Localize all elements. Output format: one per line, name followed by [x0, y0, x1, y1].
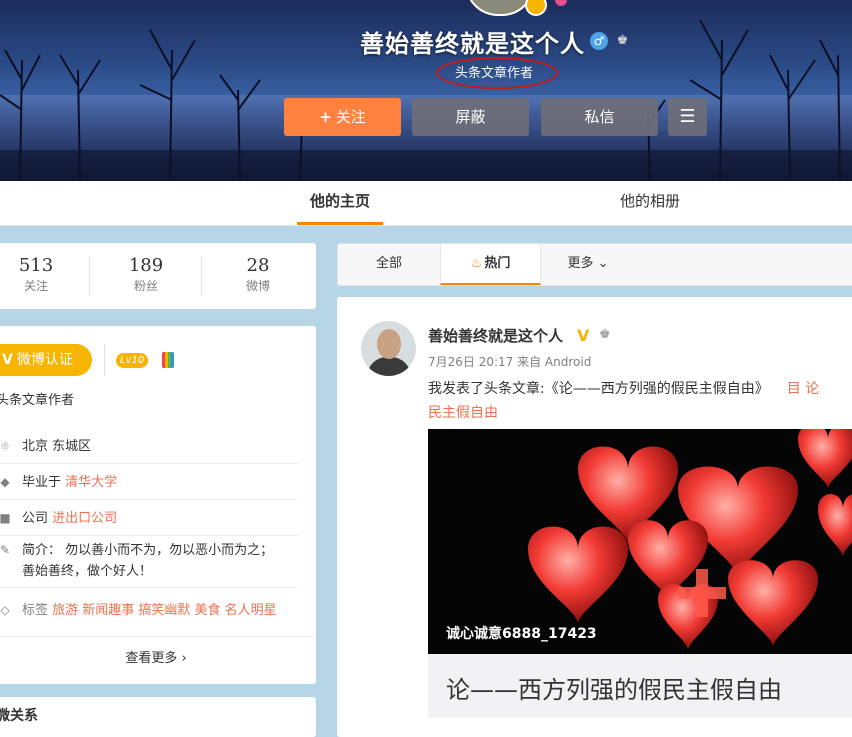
company-link[interactable]: 进出口公司 [52, 511, 117, 526]
tags-prefix: 标签 [22, 603, 49, 618]
stat-label: 粉丝 [133, 279, 158, 293]
bio-row: ✎ 简介： 勿以善小而不为，勿以恶小而为之； 善始善终，做个好人！ [0, 536, 300, 588]
tags-row: ◇ 标签 旅游 新闻趣事 搞笑幽默 美食 名人明星 [0, 592, 300, 628]
relations-card: 微关系 [0, 697, 316, 737]
profile-info-card: V 微博认证 Lv10 头条文章作者 ⌾ 北京 东城区 ◆ 毕业于 清华大学 ■ 公司 … [0, 326, 316, 684]
fire-icon: ♨ [470, 256, 483, 271]
article-link[interactable]: 目 论 [787, 381, 819, 397]
bio-line-1: 简介： 勿以善小而不为，勿以恶小而为之； [22, 543, 274, 558]
verified-v-icon: V [2, 352, 13, 368]
tag-icon: ◇ [0, 603, 10, 617]
stat-number: 189 [128, 255, 164, 276]
post-avatar[interactable] [361, 321, 416, 376]
location-text: 北京 东城区 [22, 439, 92, 454]
divider [104, 344, 105, 376]
stats-card: 513 关注 189 粉丝 28 微博 [0, 243, 316, 309]
menu-icon[interactable]: ☰ [668, 98, 707, 136]
divider [89, 256, 90, 296]
post-meta[interactable]: 7月26日 20:17 来自 Android [428, 353, 591, 370]
profile-banner: 善始善终就是这个人 ♂ ♚ 头条文章作者 + 关注 屏蔽 私信 ☰ [0, 0, 852, 181]
tab-more[interactable]: 更多 ⌄ [548, 244, 628, 285]
see-more-link[interactable]: 查看更多 › [0, 647, 316, 666]
graduation-cap-icon: ◆ [0, 475, 10, 489]
stat-following[interactable]: 513 关注 [0, 255, 86, 294]
stat-number: 513 [18, 255, 54, 276]
tab-album[interactable]: 他的相册 [605, 181, 695, 225]
article-title: 论——西方列强的假民主假自由 [446, 676, 782, 704]
article-title-bar[interactable]: 论——西方列强的假民主假自由 [428, 654, 852, 718]
feed-post: 善始善终就是这个人 V ♚ 7月26日 20:17 来自 Android 我发表… [337, 297, 852, 737]
location-pin-icon: ⌾ [1, 439, 9, 453]
stat-label: 微博 [245, 279, 270, 293]
stat-followers[interactable]: 189 粉丝 [96, 255, 196, 294]
tab-home[interactable]: 他的主页 [297, 181, 383, 225]
education-row: ◆ 毕业于 清华大学 [0, 464, 300, 500]
crown-icon: ♚ [616, 33, 629, 48]
weibo-verify-badge[interactable]: V 微博认证 [0, 344, 92, 376]
block-button[interactable]: 屏蔽 [412, 98, 529, 136]
divider [201, 256, 202, 296]
company-row: ■ 公司 进出口公司 [0, 500, 300, 536]
plus-icon: + [319, 108, 332, 126]
rainbow-badge-icon[interactable] [162, 352, 174, 368]
tags-links[interactable]: 旅游 新闻趣事 搞笑幽默 美食 名人明星 [52, 603, 277, 618]
stat-posts[interactable]: 28 微博 [208, 255, 308, 294]
location-row: ⌾ 北京 东城区 [0, 428, 300, 464]
post-text-body: 我发表了头条文章:《论——西方列强的假民主假自由》 [428, 381, 769, 397]
level-badge[interactable]: Lv10 [116, 353, 149, 368]
avatar-head [377, 329, 401, 359]
chevron-down-icon: ⌄ [597, 256, 609, 271]
post-text: 我发表了头条文章:《论——西方列强的假民主假自由》 目 论 [428, 377, 852, 401]
profile-tabbar: 他的主页 他的相册 [0, 181, 852, 226]
divider [0, 636, 316, 637]
see-more-label: 查看更多 [125, 651, 178, 666]
image-caption: 诚心诚意6888_17423 [446, 626, 597, 642]
briefcase-icon: ■ [0, 511, 11, 525]
stat-number: 28 [246, 255, 270, 276]
tab-more-label: 更多 [567, 256, 594, 271]
tab-all[interactable]: 全部 [338, 244, 440, 285]
follow-button[interactable]: + 关注 [284, 98, 401, 136]
education-link[interactable]: 清华大学 [65, 475, 117, 490]
post-author-name[interactable]: 善始善终就是这个人 [428, 325, 563, 346]
stat-label: 关注 [23, 279, 48, 293]
message-button[interactable]: 私信 [541, 98, 658, 136]
article-cover-image[interactable]: 诚心诚意6888_17423 [428, 429, 852, 654]
profile-name: 善始善终就是这个人 [360, 30, 585, 58]
follow-label: 关注 [335, 108, 366, 126]
chevron-right-icon: › [181, 651, 187, 666]
annotation-circle [436, 57, 558, 89]
avatar-body [367, 357, 411, 376]
post-text-continued[interactable]: 民主假自由 [428, 401, 498, 425]
hearts-image [528, 429, 852, 651]
verify-title: 头条文章作者 [0, 393, 75, 408]
bio-line-2: 善始善终，做个好人！ [22, 564, 153, 579]
edit-pencil-icon: ✎ [0, 543, 11, 557]
tab-hot[interactable]: ♨ 热门 [440, 244, 541, 285]
male-gender-icon: ♂ [590, 32, 608, 50]
company-prefix: 公司 [22, 511, 49, 526]
relations-title: 微关系 [0, 708, 38, 724]
feed-tabs: 全部 ♨ 热门 更多 ⌄ [337, 243, 852, 286]
tab-hot-label: 热门 [484, 256, 511, 271]
verified-v-icon: V [577, 326, 590, 345]
verify-label: 微博认证 [16, 352, 73, 368]
crown-icon: ♚ [599, 327, 611, 342]
education-prefix: 毕业于 [22, 475, 62, 490]
